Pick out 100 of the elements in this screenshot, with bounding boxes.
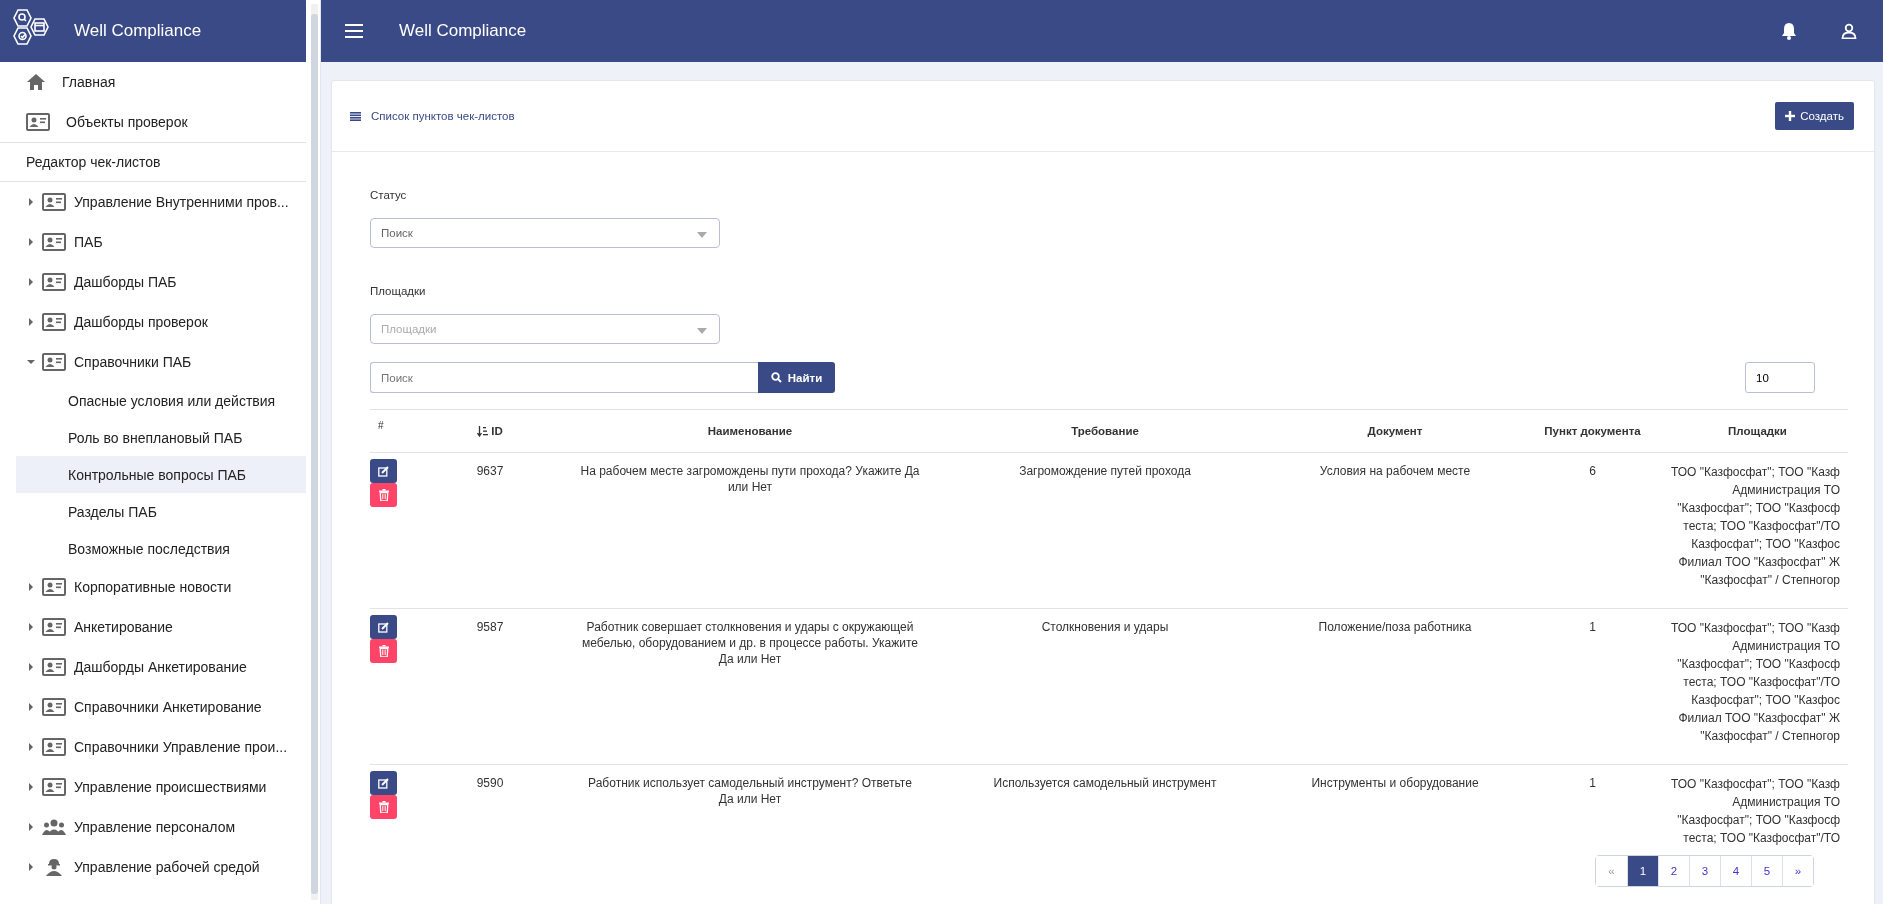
page-size-field[interactable]: 10 bbox=[1745, 362, 1815, 393]
section-title: Редактор чек-листов bbox=[0, 142, 306, 182]
home-icon bbox=[26, 73, 46, 91]
table-cell: 9587 bbox=[476, 620, 504, 634]
column-header: Требование bbox=[1070, 425, 1140, 437]
id-card-icon bbox=[42, 353, 66, 371]
menu-item[interactable]: Справочники Управление прои... bbox=[0, 727, 306, 767]
column-header: Площадки bbox=[1727, 425, 1788, 437]
search-button[interactable]: Найти bbox=[758, 362, 835, 393]
user-icon bbox=[1841, 23, 1857, 39]
menu-icon bbox=[345, 24, 363, 38]
submenu-item[interactable]: Контрольные вопросы ПАБ bbox=[16, 456, 306, 493]
trash-icon bbox=[378, 489, 389, 501]
table-cell: 9637 bbox=[476, 464, 504, 478]
id-card-icon bbox=[42, 658, 66, 676]
table-cell: Работник совершает столкновения и удары с окружающей мебелью, оборудованием и др. в процессе работы. Укажите Да или Нет bbox=[581, 620, 919, 666]
table-cell-line: Казфосфат"; ТОО "Казфос bbox=[1691, 536, 1840, 553]
column-header: # bbox=[377, 419, 385, 431]
table-cell-line: ТОО "Казфосфат"; ТОО "Казф bbox=[1670, 776, 1840, 793]
id-card-icon bbox=[42, 618, 66, 636]
table-cell-line: "Казфосфат"; ТОО "Казфосф bbox=[1677, 812, 1840, 829]
dropdown-arrow-icon bbox=[697, 328, 707, 334]
column-header: Наименование bbox=[706, 425, 794, 437]
column-header: Документ bbox=[1366, 425, 1424, 437]
id-card-icon bbox=[42, 193, 66, 211]
delete-button[interactable] bbox=[370, 639, 397, 663]
id-card-icon bbox=[42, 233, 66, 251]
app-title: Well Compliance bbox=[74, 21, 202, 41]
table-cell: Используется самодельный инструмент bbox=[993, 776, 1217, 790]
table-cell-line: Филиал ТОО "Казфосфат" Ж bbox=[1678, 710, 1840, 727]
edit-button[interactable] bbox=[370, 771, 397, 795]
search-icon bbox=[770, 372, 782, 383]
id-card-icon bbox=[42, 778, 66, 796]
id-card-icon bbox=[42, 313, 66, 331]
submenu-item[interactable]: Роль во внеплановый ПАБ bbox=[16, 419, 306, 456]
bell-icon bbox=[1781, 22, 1797, 40]
field-label: Площадки bbox=[370, 284, 427, 299]
menu-item[interactable]: Дашборды Анкетирование bbox=[0, 647, 306, 687]
menu-item[interactable]: Справочники Анкетирование bbox=[0, 687, 306, 727]
edit-button[interactable] bbox=[370, 615, 397, 639]
plus-icon bbox=[1785, 111, 1796, 121]
create-button[interactable]: Создать bbox=[1775, 102, 1854, 130]
table-cell-line: "Казфосфат"; ТОО "Казфосф bbox=[1677, 656, 1840, 673]
table-cell-line: "Казфосфат" / Степногор bbox=[1700, 728, 1840, 745]
sortable-column-header[interactable]: ID bbox=[410, 425, 570, 437]
table-cell: Загромождение путей прохода bbox=[1019, 464, 1191, 478]
menu-item[interactable]: Дашборды проверок bbox=[0, 302, 306, 342]
table-cell: Работник использует самодельный инструмент? Ответьте Да или Нет bbox=[588, 776, 912, 806]
dropdown-arrow-icon bbox=[697, 232, 707, 238]
menu-item[interactable]: Управление персоналом bbox=[0, 807, 306, 847]
edit-button[interactable] bbox=[370, 459, 397, 483]
trash-icon bbox=[378, 801, 389, 813]
table-cell: Положение/поза работника bbox=[1318, 620, 1472, 634]
submenu-item[interactable]: Опасные условия или действия bbox=[16, 382, 306, 419]
table-cell-line: теста; ТОО "Казфосфат"/ТО bbox=[1683, 830, 1840, 847]
table-cell-line: Казфосфат"; ТОО "Казфос bbox=[1691, 692, 1840, 709]
table-cell: 1 bbox=[1589, 620, 1596, 634]
id-card-icon bbox=[42, 273, 66, 291]
menu-item[interactable]: Анкетирование bbox=[0, 607, 306, 647]
id-card-icon bbox=[42, 738, 66, 756]
edit-icon bbox=[378, 777, 389, 789]
table-cell-line: теста; ТОО "Казфосфат"/ТО bbox=[1683, 518, 1840, 535]
menu-item[interactable]: Объекты проверок bbox=[0, 102, 306, 142]
id-card-icon bbox=[42, 578, 66, 596]
menu-item[interactable]: Управление Внутренними пров... bbox=[0, 182, 306, 222]
table-cell-line: Администрация ТО bbox=[1732, 794, 1840, 811]
menu-item[interactable]: Управление происшествиями bbox=[0, 767, 306, 807]
table-cell-line: "Казфосфат" / Степногор bbox=[1700, 572, 1840, 589]
delete-button[interactable] bbox=[370, 483, 397, 507]
table-cell: 9590 bbox=[476, 776, 504, 790]
column-header: Пункт документа bbox=[1543, 425, 1642, 437]
edit-icon bbox=[378, 621, 389, 633]
page-title: Well Compliance bbox=[399, 21, 527, 41]
submenu-item[interactable]: Разделы ПАБ bbox=[16, 493, 306, 530]
menu-item[interactable]: Дашборды ПАБ bbox=[0, 262, 306, 302]
table-cell-line: ТОО "Казфосфат"; ТОО "Казф bbox=[1670, 464, 1840, 481]
menu-item[interactable]: Корпоративные новости bbox=[0, 567, 306, 607]
submenu-item[interactable]: Возможные последствия bbox=[16, 530, 306, 567]
menu-item[interactable]: Управление рабочей средой bbox=[0, 847, 306, 887]
card-title: Список пунктов чек-листов bbox=[371, 110, 515, 122]
table-cell: На рабочем месте загромождены пути прохода? Укажите Да или Нет bbox=[580, 464, 920, 494]
menu-item[interactable]: Справочники ПАБ bbox=[0, 342, 306, 382]
dropdown-field[interactable]: Поиск bbox=[370, 218, 720, 248]
table-cell-line: Администрация ТО bbox=[1732, 638, 1840, 655]
table-cell: Условия на рабочем месте bbox=[1319, 464, 1471, 478]
trash-icon bbox=[378, 645, 389, 657]
table-cell: Инструменты и оборудование bbox=[1311, 776, 1479, 790]
search-field[interactable]: Поиск bbox=[370, 362, 758, 393]
list-icon bbox=[350, 111, 361, 121]
delete-button[interactable] bbox=[370, 795, 397, 819]
table-cell: Столкновения и удары bbox=[1041, 620, 1169, 634]
menu-item[interactable]: Главная bbox=[0, 62, 306, 102]
menu-item[interactable]: ПАБ bbox=[0, 222, 306, 262]
table-cell: 1 bbox=[1589, 776, 1596, 790]
field-label: Статус bbox=[370, 188, 408, 203]
next-page-button[interactable]: » bbox=[1782, 856, 1813, 886]
page-button[interactable]: 1 bbox=[1627, 856, 1658, 886]
table-cell-line: Филиал ТОО "Казфосфат" Ж bbox=[1678, 554, 1840, 571]
id-card-icon bbox=[26, 113, 50, 131]
table-cell-line: ТОО "Казфосфат"; ТОО "Казф bbox=[1670, 620, 1840, 637]
